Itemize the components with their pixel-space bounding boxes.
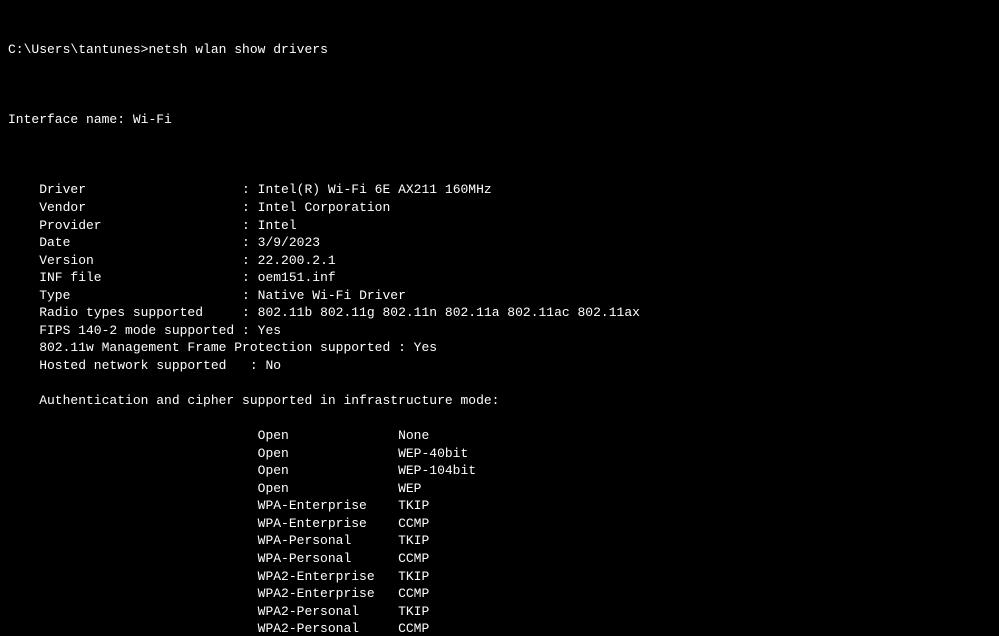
auth-cipher-row: WPA2-Personal CCMP (8, 620, 991, 636)
auth-method: WPA2-Personal (258, 621, 398, 636)
prop-value: Intel(R) Wi-Fi 6E AX211 160MHz (258, 182, 492, 197)
auth-method: WPA-Enterprise (258, 498, 398, 513)
auth-method: WPA2-Personal (258, 604, 398, 619)
auth-method: WPA2-Enterprise (258, 569, 398, 584)
cipher-method: None (398, 428, 429, 443)
cipher-method: TKIP (398, 533, 429, 548)
driver-prop-row: Radio types supported : 802.11b 802.11g … (8, 304, 991, 322)
prompt-command: netsh wlan show drivers (148, 42, 327, 57)
prop-value: Intel Corporation (258, 200, 391, 215)
auth-cipher-row: Open WEP (8, 480, 991, 498)
prop-separator: : (234, 218, 257, 233)
auth-method: WPA-Enterprise (258, 516, 398, 531)
auth-method: WPA-Personal (258, 551, 398, 566)
cipher-method: WEP-40bit (398, 446, 468, 461)
driver-prop-row: 802.11w Management Frame Protection supp… (8, 339, 991, 357)
auth-cipher-row: WPA-Enterprise CCMP (8, 515, 991, 533)
driver-prop-row: INF file : oem151.inf (8, 269, 991, 287)
terminal-output: C:\Users\tantunes>netsh wlan show driver… (0, 0, 999, 636)
blank-line (8, 146, 991, 164)
auth-cipher-row: WPA-Personal CCMP (8, 550, 991, 568)
driver-prop-row: Driver : Intel(R) Wi-Fi 6E AX211 160MHz (8, 181, 991, 199)
prop-value: Yes (258, 323, 281, 338)
driver-prop-row: Provider : Intel (8, 217, 991, 235)
prop-label: Version (39, 253, 234, 268)
prop-separator: : (234, 288, 257, 303)
prop-separator: : (234, 235, 257, 250)
prop-separator: : (390, 340, 413, 355)
prop-label: Vendor (39, 200, 234, 215)
prompt-line[interactable]: C:\Users\tantunes>netsh wlan show driver… (8, 41, 991, 59)
prop-value: 3/9/2023 (258, 235, 320, 250)
prop-value: 802.11b 802.11g 802.11n 802.11a 802.11ac… (258, 305, 640, 320)
prop-separator: : (234, 182, 257, 197)
driver-prop-row: Hosted network supported : No (8, 357, 991, 375)
blank-line (8, 76, 991, 94)
auth-cipher-row: Open None (8, 427, 991, 445)
prop-label: 802.11w Management Frame Protection supp… (39, 340, 390, 355)
prop-value: Native Wi-Fi Driver (258, 288, 406, 303)
driver-prop-row: Date : 3/9/2023 (8, 234, 991, 252)
prop-separator: : (234, 200, 257, 215)
prop-label: Date (39, 235, 234, 250)
prop-separator: : (234, 270, 257, 285)
cipher-method: WEP (398, 481, 421, 496)
cipher-method: CCMP (398, 551, 429, 566)
cipher-method: TKIP (398, 604, 429, 619)
prop-separator: : (242, 358, 265, 373)
auth-cipher-row: WPA-Personal TKIP (8, 532, 991, 550)
prop-label: Driver (39, 182, 234, 197)
driver-prop-row: Type : Native Wi-Fi Driver (8, 287, 991, 305)
cipher-method: CCMP (398, 516, 429, 531)
prop-label: Type (39, 288, 234, 303)
auth-cipher-row: WPA-Enterprise TKIP (8, 497, 991, 515)
cipher-method: TKIP (398, 498, 429, 513)
prop-value: Intel (258, 218, 297, 233)
auth-method: Open (258, 463, 398, 478)
driver-prop-row: FIPS 140-2 mode supported : Yes (8, 322, 991, 340)
auth-cipher-row: WPA2-Personal TKIP (8, 603, 991, 621)
prop-label: Provider (39, 218, 234, 233)
auth-cipher-row: Open WEP-104bit (8, 462, 991, 480)
prop-value: Yes (414, 340, 437, 355)
auth-cipher-row: WPA2-Enterprise CCMP (8, 585, 991, 603)
auth-header: Authentication and cipher supported in i… (39, 393, 499, 408)
auth-method: Open (258, 481, 398, 496)
prop-separator: : (234, 305, 257, 320)
interface-line: Interface name: Wi-Fi (8, 111, 991, 129)
cipher-method: CCMP (398, 621, 429, 636)
prompt-path: C:\Users\tantunes> (8, 42, 148, 57)
auth-method: Open (258, 428, 398, 443)
prop-value: oem151.inf (258, 270, 336, 285)
interface-value: Wi-Fi (133, 112, 172, 127)
auth-method: Open (258, 446, 398, 461)
auth-method: WPA-Personal (258, 533, 398, 548)
prop-label: INF file (39, 270, 234, 285)
auth-cipher-row: Open WEP-40bit (8, 445, 991, 463)
prop-separator: : (234, 323, 257, 338)
prop-label: FIPS 140-2 mode supported (39, 323, 234, 338)
prop-label: Hosted network supported (39, 358, 242, 373)
cipher-method: WEP-104bit (398, 463, 476, 478)
driver-prop-row: Vendor : Intel Corporation (8, 199, 991, 217)
auth-method: WPA2-Enterprise (258, 586, 398, 601)
interface-label: Interface name: (8, 112, 125, 127)
prop-label: Radio types supported (39, 305, 234, 320)
cipher-method: TKIP (398, 569, 429, 584)
prop-value: No (265, 358, 281, 373)
cipher-method: CCMP (398, 586, 429, 601)
driver-prop-row: Version : 22.200.2.1 (8, 252, 991, 270)
prop-separator: : (234, 253, 257, 268)
prop-value: 22.200.2.1 (258, 253, 336, 268)
auth-header-line: Authentication and cipher supported in i… (8, 392, 991, 410)
auth-cipher-row: WPA2-Enterprise TKIP (8, 568, 991, 586)
